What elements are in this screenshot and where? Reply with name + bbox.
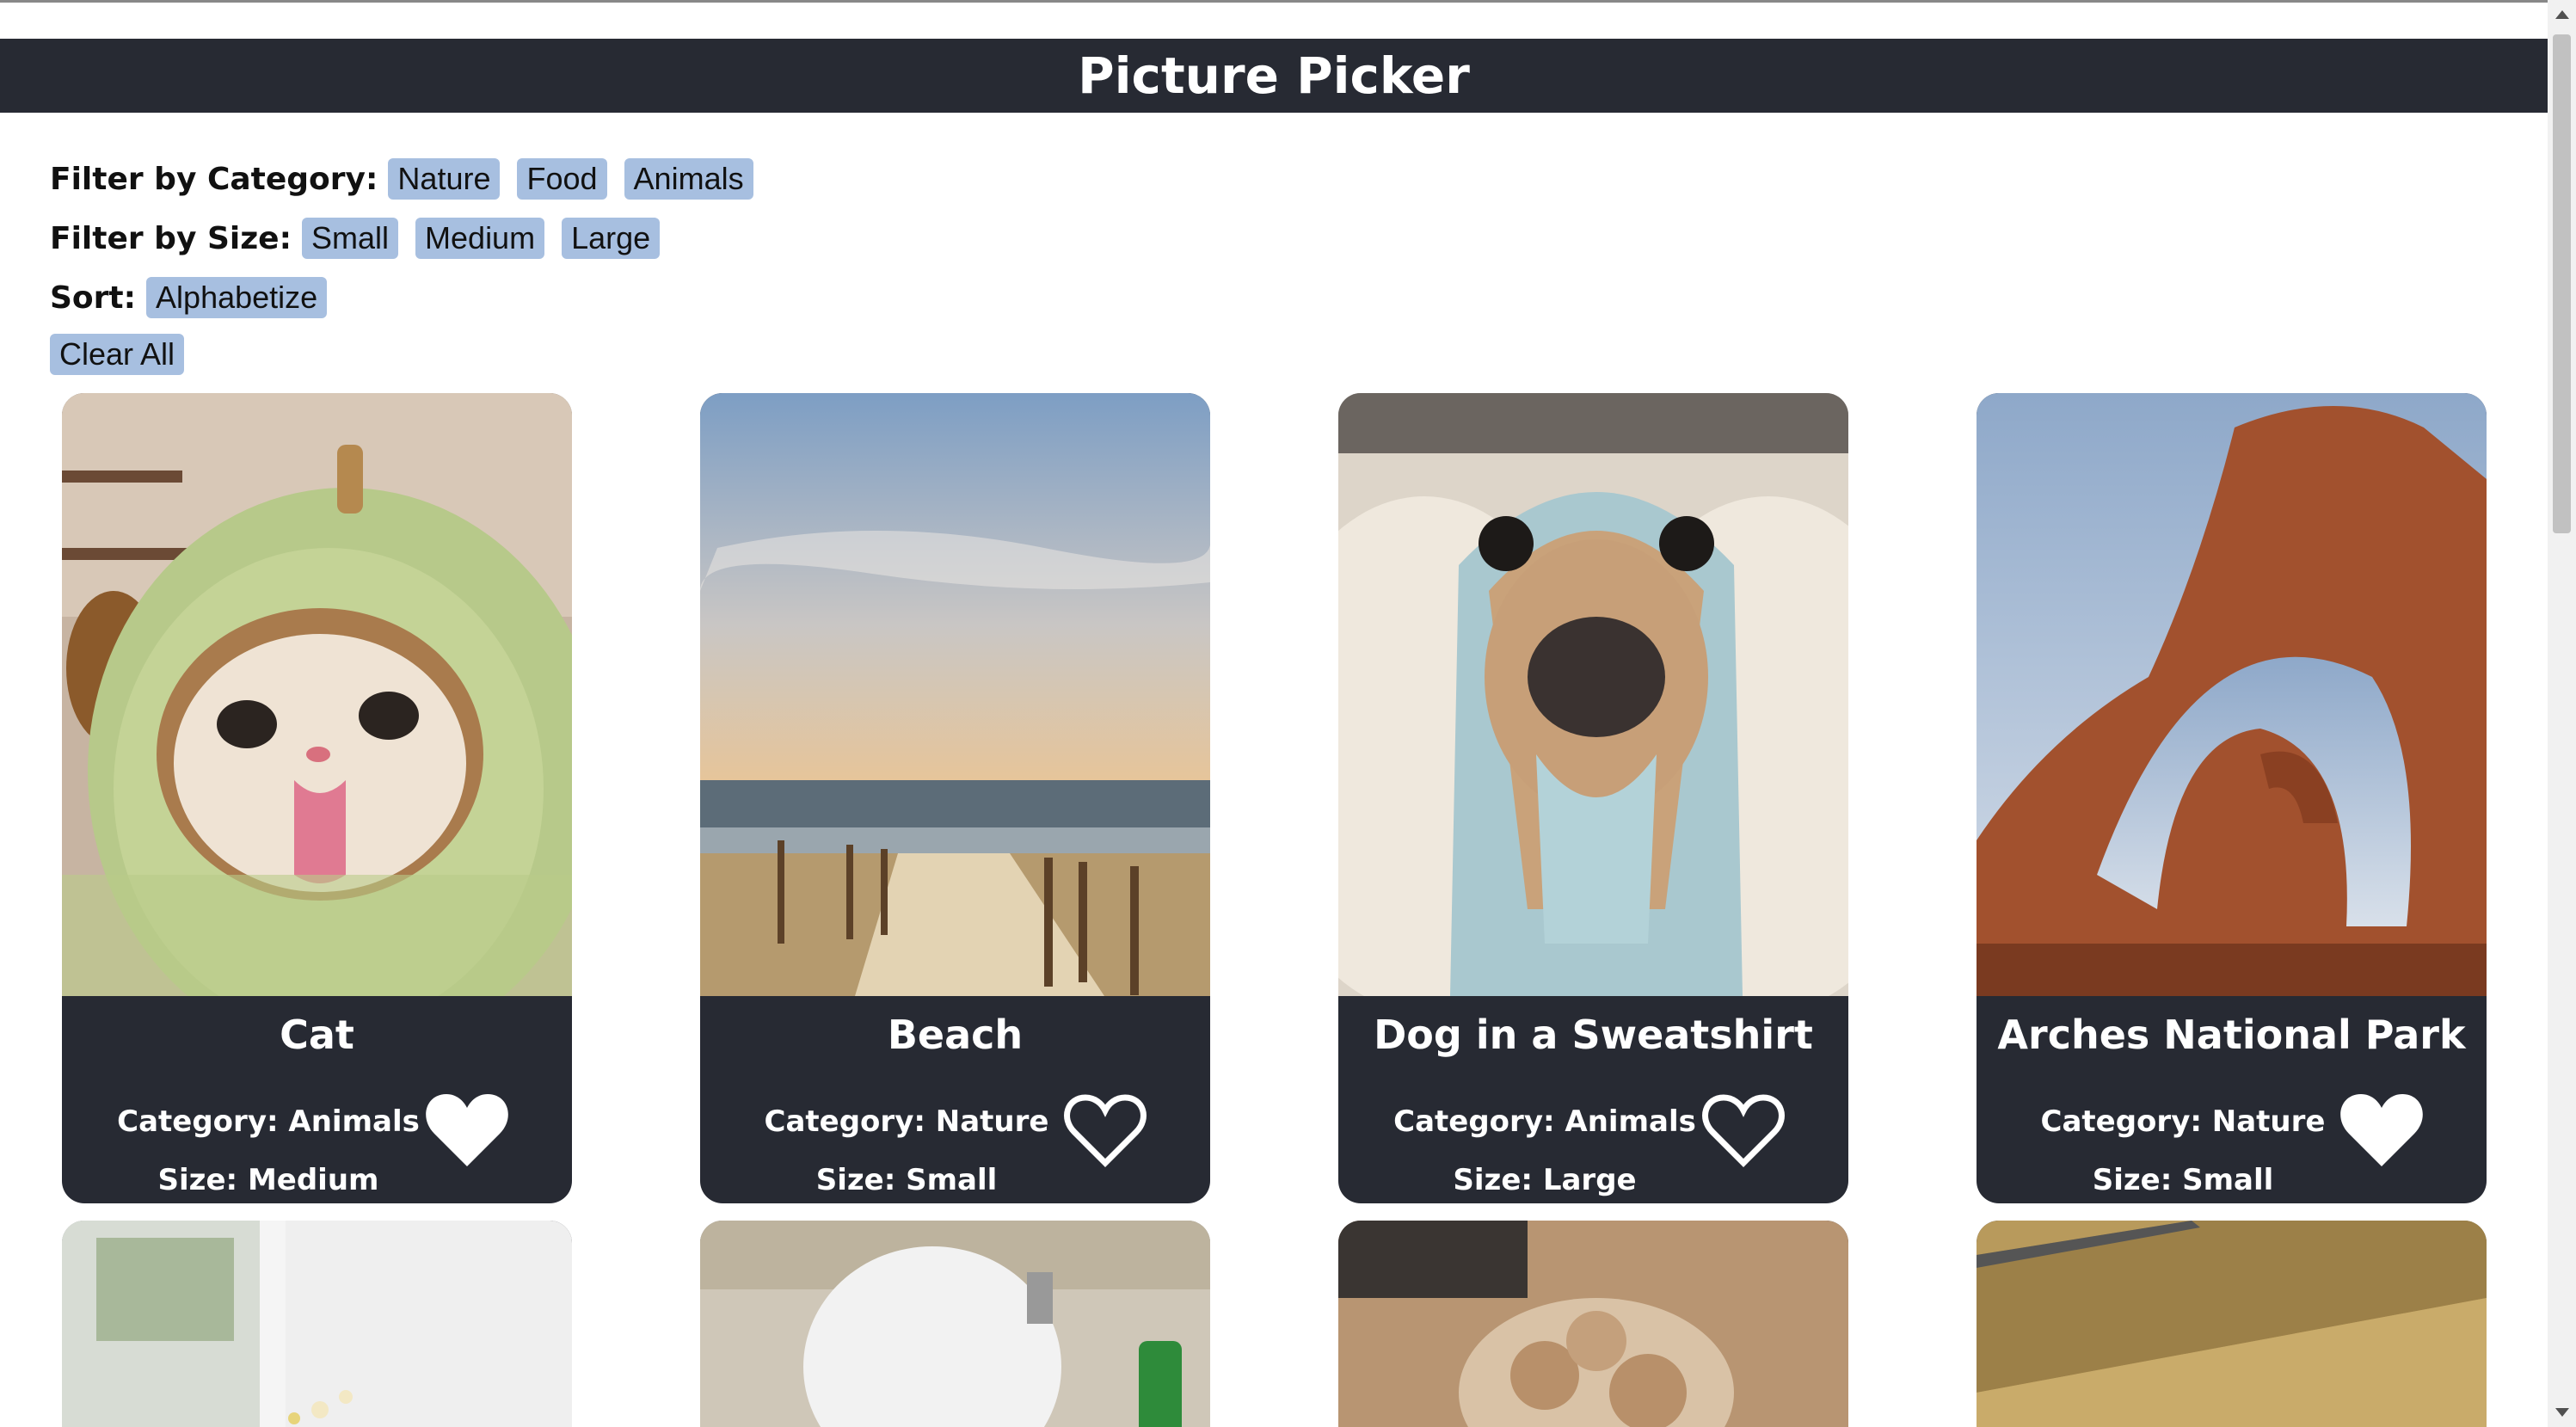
beach-image bbox=[700, 393, 1210, 996]
picture-card[interactable] bbox=[1338, 1221, 1848, 1427]
sort-label: Sort: bbox=[50, 280, 137, 316]
card-info: Cat Category: Animals Size: Medium bbox=[62, 996, 572, 1203]
category-food-button[interactable]: Food bbox=[517, 158, 607, 200]
card-info: Dog in a Sweatshirt Category: Animals Si… bbox=[1338, 996, 1848, 1203]
card-title: Cat bbox=[280, 1012, 354, 1058]
size-large-button[interactable]: Large bbox=[562, 218, 661, 259]
picture-picker-app: Picture Picker Filter by Category: Natur… bbox=[0, 0, 2576, 1427]
sort-row: Sort: Alphabetize bbox=[50, 274, 771, 322]
cat-in-avocado-image bbox=[62, 393, 572, 996]
cinnamon-rolls-image bbox=[1338, 1221, 1848, 1427]
dog-in-sweatshirt-image bbox=[1338, 393, 1848, 996]
card-meta: Category: Nature Size: Small bbox=[735, 1092, 1079, 1203]
arches-photo bbox=[1977, 393, 2487, 996]
card-meta: Category: Animals Size: Large bbox=[1373, 1092, 1717, 1203]
card-category: Category: Nature bbox=[2040, 1104, 2326, 1139]
card-info: Beach Category: Nature Size: Small bbox=[700, 996, 1210, 1203]
picture-card[interactable] bbox=[700, 1221, 1210, 1427]
card-size: Size: Medium bbox=[157, 1163, 379, 1197]
card-size: Size: Large bbox=[1453, 1163, 1637, 1197]
cat-photo bbox=[62, 393, 572, 996]
cinnamon-rolls-photo bbox=[1338, 1221, 1848, 1427]
sort-alphabetize-button[interactable]: Alphabetize bbox=[146, 277, 328, 318]
picture-card[interactable]: Cat Category: Animals Size: Medium bbox=[62, 393, 572, 1203]
heart-outline-icon[interactable] bbox=[1700, 1091, 1786, 1170]
card-meta: Category: Animals Size: Medium bbox=[96, 1092, 440, 1203]
dog-photo bbox=[1338, 393, 1848, 996]
card-title: Arches National Park bbox=[1997, 1012, 2466, 1058]
card-category: Category: Nature bbox=[764, 1104, 1049, 1139]
beach-photo bbox=[700, 393, 1210, 996]
card-info: Arches National Park Category: Nature Si… bbox=[1977, 996, 2487, 1203]
card-category: Category: Animals bbox=[117, 1104, 420, 1139]
card-title: Beach bbox=[887, 1012, 1024, 1058]
card-meta: Category: Nature Size: Small bbox=[2011, 1092, 2355, 1203]
filter-panel: Filter by Category: Nature Food Animals … bbox=[50, 155, 771, 376]
app-header: Picture Picker bbox=[0, 39, 2548, 113]
cat-bath-foam-image bbox=[700, 1221, 1210, 1427]
category-filter-row: Filter by Category: Nature Food Animals bbox=[50, 155, 771, 203]
category-filter-label: Filter by Category: bbox=[50, 161, 378, 197]
card-category: Category: Animals bbox=[1393, 1104, 1696, 1139]
category-nature-button[interactable]: Nature bbox=[388, 158, 501, 200]
picture-card[interactable] bbox=[1977, 1221, 2487, 1427]
card-size: Size: Small bbox=[815, 1163, 998, 1197]
heart-outline-icon[interactable] bbox=[1062, 1091, 1148, 1170]
vertical-scrollbar[interactable] bbox=[2548, 0, 2576, 1427]
picture-card[interactable] bbox=[62, 1221, 572, 1427]
clear-row: Clear All bbox=[50, 333, 771, 376]
arches-national-park-image bbox=[1977, 393, 2487, 996]
window-with-flowers-image bbox=[62, 1221, 572, 1427]
heart-filled-icon[interactable] bbox=[424, 1091, 510, 1170]
size-small-button[interactable]: Small bbox=[302, 218, 399, 259]
clear-all-button[interactable]: Clear All bbox=[50, 334, 185, 375]
card-size: Size: Small bbox=[2092, 1163, 2274, 1197]
window-blinds-photo bbox=[1977, 1221, 2487, 1427]
size-filter-row: Filter by Size: Small Medium Large bbox=[50, 214, 771, 262]
scrollbar-thumb[interactable] bbox=[2553, 34, 2571, 533]
category-animals-button[interactable]: Animals bbox=[624, 158, 753, 200]
window-flowers-photo bbox=[62, 1221, 572, 1427]
heart-filled-icon[interactable] bbox=[2339, 1091, 2425, 1170]
picture-card[interactable]: Beach Category: Nature Size: Small bbox=[700, 393, 1210, 1203]
picture-card[interactable]: Arches National Park Category: Nature Si… bbox=[1977, 393, 2487, 1203]
picture-card[interactable]: Dog in a Sweatshirt Category: Animals Si… bbox=[1338, 393, 1848, 1203]
page-title: Picture Picker bbox=[1078, 46, 1470, 105]
window-top-border bbox=[0, 0, 2548, 3]
card-title: Dog in a Sweatshirt bbox=[1374, 1012, 1813, 1058]
size-filter-label: Filter by Size: bbox=[50, 220, 292, 256]
size-medium-button[interactable]: Medium bbox=[415, 218, 545, 259]
window-blinds-image bbox=[1977, 1221, 2487, 1427]
scroll-up-arrow-icon[interactable] bbox=[2555, 10, 2569, 19]
cat-bath-photo bbox=[700, 1221, 1210, 1427]
scroll-down-arrow-icon[interactable] bbox=[2555, 1408, 2569, 1417]
